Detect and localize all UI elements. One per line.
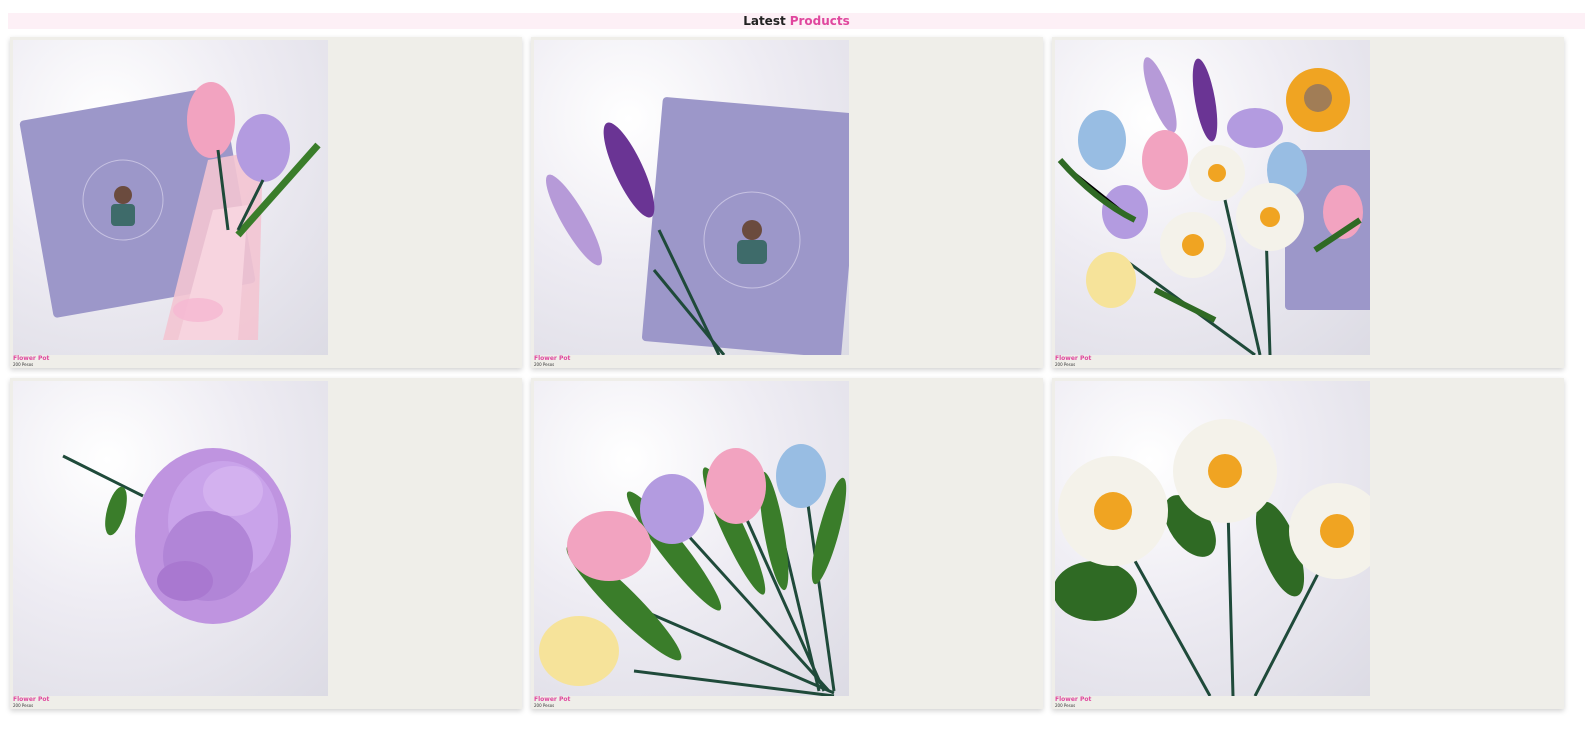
section-header: Latest Products: [8, 13, 1585, 29]
product-name[interactable]: Flower Pot: [1055, 355, 1091, 362]
product-price: 200 Pesos: [13, 362, 34, 367]
product-price: 200 Pesos: [534, 362, 555, 367]
product-image[interactable]: [534, 381, 849, 696]
product-image[interactable]: [1055, 40, 1370, 355]
header-title-prefix: Latest: [743, 14, 786, 28]
product-name[interactable]: Flower Pot: [13, 355, 49, 362]
product-name[interactable]: Flower Pot: [1055, 696, 1091, 703]
product-card[interactable]: Flower Pot 200 Pesos: [1052, 37, 1564, 368]
product-card[interactable]: Flower Pot 200 Pesos: [10, 37, 522, 368]
product-card[interactable]: Flower Pot 200 Pesos: [10, 378, 522, 709]
product-card[interactable]: Flower Pot 200 Pesos: [1052, 378, 1564, 709]
product-card[interactable]: Flower Pot 200 Pesos: [531, 378, 1043, 709]
product-image[interactable]: [13, 381, 328, 696]
product-name[interactable]: Flower Pot: [534, 355, 570, 362]
product-image[interactable]: [534, 40, 849, 355]
product-image[interactable]: [1055, 381, 1370, 696]
product-price: 200 Pesos: [534, 703, 555, 708]
product-name[interactable]: Flower Pot: [534, 696, 570, 703]
product-card[interactable]: Flower Pot 200 Pesos: [531, 37, 1043, 368]
product-price: 200 Pesos: [13, 703, 34, 708]
product-price: 200 Pesos: [1055, 362, 1076, 367]
product-name[interactable]: Flower Pot: [13, 696, 49, 703]
product-image[interactable]: [13, 40, 328, 355]
product-price: 200 Pesos: [1055, 703, 1076, 708]
header-title-accent: Products: [789, 14, 850, 28]
product-grid: Flower Pot 200 Pesos Flower Pot 200 Peso…: [10, 37, 1585, 709]
